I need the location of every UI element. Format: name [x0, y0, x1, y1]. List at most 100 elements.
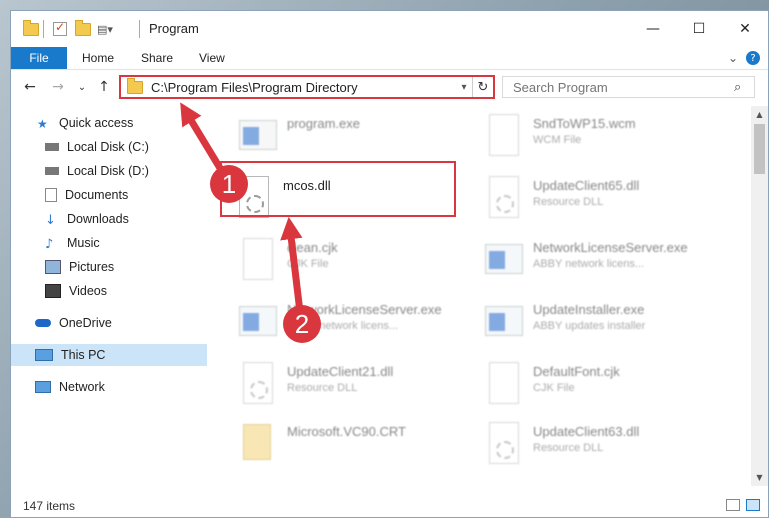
back-button[interactable]: ←	[21, 78, 39, 96]
file-name: clean.cjk	[287, 240, 338, 255]
view-toggle	[726, 499, 760, 511]
file-type: Resource DLL	[533, 196, 604, 208]
file-item[interactable]: DefaultFont.cjk CJK File	[483, 360, 723, 418]
up-button[interactable]: ↑	[95, 78, 113, 96]
file-icon	[483, 360, 523, 408]
tab-share[interactable]: Share	[141, 47, 173, 69]
file-name: UpdateInstaller.exe	[533, 302, 645, 317]
file-name: UpdateClient21.dll	[287, 364, 394, 379]
file-icon	[483, 112, 523, 160]
music-icon: ♪	[45, 237, 54, 252]
search-icon[interactable]: ⌕	[734, 80, 741, 95]
sidebar-item-label: Local Disk (D:)	[67, 164, 149, 178]
qa-separator	[43, 20, 44, 38]
search-input[interactable]	[511, 78, 730, 96]
scroll-down-icon[interactable]: ▼	[751, 469, 768, 486]
new-folder-icon[interactable]	[75, 19, 91, 38]
exe-icon	[483, 236, 523, 284]
file-type: ABBY network licens...	[287, 320, 399, 332]
sidebar-item-downloads[interactable]: ↓ Downloads ⊸	[11, 208, 240, 230]
sidebar-item-this-pc[interactable]: This PC	[11, 344, 230, 366]
star-icon: ★	[37, 117, 48, 131]
search-box[interactable]: ⌕	[502, 76, 755, 98]
file-type: Resource DLL	[287, 382, 358, 394]
sidebar-item-local-disk-d[interactable]: Local Disk (D:) ⊸	[11, 160, 240, 182]
close-button[interactable]: ✕	[722, 11, 768, 47]
sidebar-item-label: Pictures	[69, 260, 115, 274]
forward-button[interactable]: →	[49, 78, 67, 96]
dll-icon	[483, 420, 523, 468]
file-name: UpdateClient65.dll	[533, 178, 640, 193]
cloud-icon	[35, 319, 51, 327]
tab-view[interactable]: View	[199, 47, 225, 69]
file-name: Microsoft.VC90.CRT	[287, 424, 406, 439]
sidebar-item-label: Videos	[69, 284, 107, 298]
highlight-box	[220, 161, 456, 217]
sidebar-item-label: Music	[67, 236, 100, 250]
file-type: ABBY updates installer	[533, 320, 646, 332]
title-separator	[139, 20, 140, 38]
help-icon: ?	[746, 51, 760, 65]
details-view-button[interactable]	[726, 499, 740, 511]
ribbon-tabs: File Home Share View ⌄ ?	[11, 47, 768, 70]
dll-icon	[237, 360, 277, 408]
sidebar-item-network[interactable]: Network	[11, 376, 230, 398]
manifest-icon	[237, 420, 277, 468]
file-item[interactable]: clean.cjk CJK File	[237, 236, 477, 294]
file-item[interactable]: Microsoft.VC90.CRT	[237, 420, 477, 478]
file-item[interactable]: NetworkLicenseServer.exe ABBY network lic…	[483, 236, 723, 294]
file-item[interactable]: UpdateInstaller.exe ABBY updates installe…	[483, 298, 723, 356]
status-bar: 147 items	[11, 495, 768, 517]
file-icon	[237, 236, 277, 284]
vertical-scrollbar[interactable]: ▲ ▼	[751, 106, 768, 486]
sidebar-item-videos[interactable]: Videos ⊸	[11, 280, 240, 302]
navigation-pane: ★ Quick access Local Disk (C:) ⊸ Local D…	[11, 106, 236, 486]
file-item[interactable]: UpdateClient63.dll Resource DLL	[483, 420, 723, 478]
network-icon	[35, 381, 51, 393]
navigation-bar: ← → ⌄ ↑ C:\Program Files\Program Directo…	[11, 70, 768, 106]
window-title: Program	[149, 21, 199, 36]
sidebar-item-label: This PC	[61, 348, 106, 362]
file-item[interactable]: UpdateClient21.dll Resource DLL	[237, 360, 477, 418]
large-icons-view-button[interactable]	[746, 499, 760, 511]
address-dropdown-icon[interactable]: ▾	[456, 82, 472, 93]
file-type: CJK File	[533, 382, 575, 394]
maximize-button[interactable]: ☐	[676, 11, 722, 47]
sidebar-item-local-disk-c[interactable]: Local Disk (C:) ⊸	[11, 136, 240, 158]
properties-icon[interactable]	[53, 20, 67, 38]
explorer-window: ▤▾ Program — ☐ ✕ File Home Share View ⌄ …	[10, 10, 769, 518]
file-type: Resource DLL	[533, 442, 604, 454]
recent-locations-button[interactable]: ⌄	[75, 78, 89, 96]
address-bar[interactable]: C:\Program Files\Program Directory ▾ ↻	[119, 75, 495, 99]
file-item[interactable]: NetworkLicenseServer.exe ABBY network lic…	[237, 298, 477, 356]
sidebar-item-onedrive[interactable]: OneDrive	[11, 312, 230, 334]
file-name: program.exe	[287, 116, 360, 131]
help-button[interactable]: ?	[746, 47, 760, 69]
file-name: UpdateClient63.dll	[533, 424, 640, 439]
scroll-up-icon[interactable]: ▲	[751, 106, 768, 123]
computer-icon	[35, 349, 53, 361]
tab-file[interactable]: File	[11, 47, 67, 69]
sidebar-item-documents[interactable]: Documents ⊸	[11, 184, 240, 206]
tab-home[interactable]: Home	[82, 47, 114, 69]
customize-toolbar-icon[interactable]: ▤▾	[97, 20, 113, 38]
sidebar-item-quick-access[interactable]: ★ Quick access	[11, 112, 232, 134]
file-item[interactable]: UpdateClient65.dll Resource DLL	[483, 174, 723, 232]
drive-icon	[45, 167, 59, 175]
address-path[interactable]: C:\Program Files\Program Directory	[151, 80, 456, 95]
sidebar-item-music[interactable]: ♪ Music ⊸	[11, 232, 240, 254]
exe-icon	[483, 298, 523, 346]
dll-icon	[483, 174, 523, 222]
sidebar-item-label: Documents	[65, 188, 129, 202]
refresh-button[interactable]: ↻	[472, 77, 493, 97]
minimize-button[interactable]: —	[630, 11, 676, 47]
file-item[interactable]: SndToWP15.wcm WCM File	[483, 112, 723, 170]
download-icon: ↓	[45, 213, 56, 228]
folder-icon	[23, 19, 39, 38]
sidebar-item-pictures[interactable]: Pictures ⊸	[11, 256, 240, 278]
file-name: SndToWP15.wcm	[533, 116, 636, 131]
sidebar-item-label: Local Disk (C:)	[67, 140, 149, 154]
ribbon-expand-icon[interactable]: ⌄	[728, 47, 738, 69]
scroll-thumb[interactable]	[754, 124, 765, 174]
exe-icon	[237, 298, 277, 346]
